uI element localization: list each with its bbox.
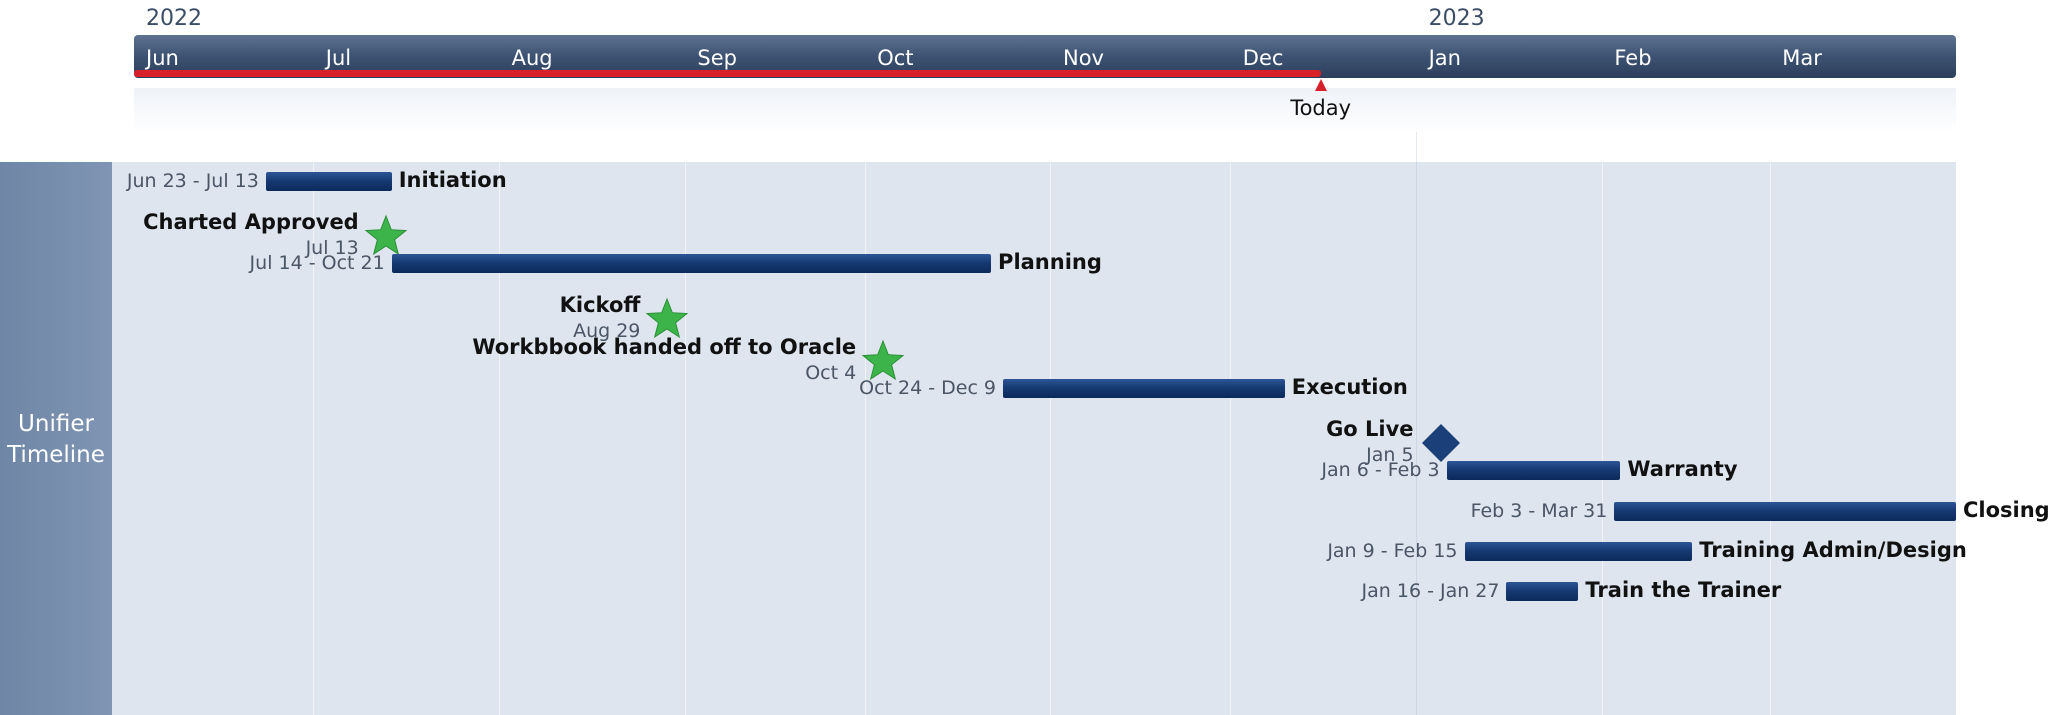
- milestone-title: Kickoff: [559, 292, 641, 317]
- task-bar: [265, 172, 392, 191]
- month-label: Oct: [877, 46, 914, 70]
- task-dates: Feb 3 - Mar 31: [1470, 499, 1608, 522]
- scale-shadow: [134, 88, 1956, 132]
- task-name: Planning: [998, 250, 1102, 275]
- task-name: Closing: [1963, 497, 2050, 522]
- today-marker: [1314, 79, 1327, 91]
- month-gridline: [1050, 88, 1051, 715]
- today-label: Today: [1290, 96, 1352, 120]
- milestone-title: Go Live: [1326, 417, 1414, 442]
- month-label: Jul: [325, 46, 352, 70]
- month-gridline: [1602, 88, 1603, 715]
- month-gridline: [865, 88, 866, 715]
- month-gridline: [1230, 88, 1231, 715]
- task-name: Warranty: [1627, 457, 1738, 482]
- task-dates: Jan 6 - Feb 3: [1321, 459, 1440, 482]
- month-gridline: [1770, 88, 1771, 715]
- month-label: Jan: [1428, 46, 1461, 70]
- task-dates: Jul 14 - Oct 21: [249, 252, 385, 275]
- task-bar: [391, 254, 992, 274]
- month-label: Jun: [146, 46, 179, 70]
- month-label: Sep: [697, 46, 737, 70]
- task-name: Initiation: [398, 168, 507, 192]
- task-dates: Jan 9 - Feb 15: [1327, 539, 1458, 562]
- task-dates: Jun 23 - Jul 13: [126, 170, 259, 192]
- task-bar: [1464, 541, 1693, 561]
- task-bar: [1003, 379, 1285, 399]
- task-name: Train the Trainer: [1585, 578, 1782, 603]
- milestone-title: Charted Approved: [143, 210, 359, 235]
- milestone-title: Workbbook handed off to Oracle: [472, 334, 857, 359]
- year-label: 2023: [1428, 6, 1485, 31]
- task-bar: [1446, 461, 1621, 481]
- month-label: Feb: [1614, 46, 1652, 70]
- month-label: Aug: [511, 46, 553, 70]
- month-gridline: [1416, 88, 1417, 715]
- task-dates: Oct 24 - Dec 9: [859, 377, 997, 400]
- year-label: 2022: [146, 6, 202, 31]
- month-label: Dec: [1242, 46, 1284, 70]
- swimlane-title: Unifier Timeline: [7, 411, 105, 468]
- task-bar: [1506, 582, 1579, 602]
- task-name: Training Admin/Design: [1699, 537, 1967, 562]
- task-name: Execution: [1291, 375, 1408, 400]
- month-gridline: [685, 88, 686, 715]
- month-label: Nov: [1062, 46, 1104, 70]
- today-progress-line: [134, 70, 1321, 77]
- task-bar: [1614, 501, 1956, 521]
- milestone-date: Oct 4: [805, 361, 857, 384]
- task-dates: Jan 16 - Jan 27: [1361, 580, 1500, 603]
- month-label: Mar: [1782, 46, 1822, 70]
